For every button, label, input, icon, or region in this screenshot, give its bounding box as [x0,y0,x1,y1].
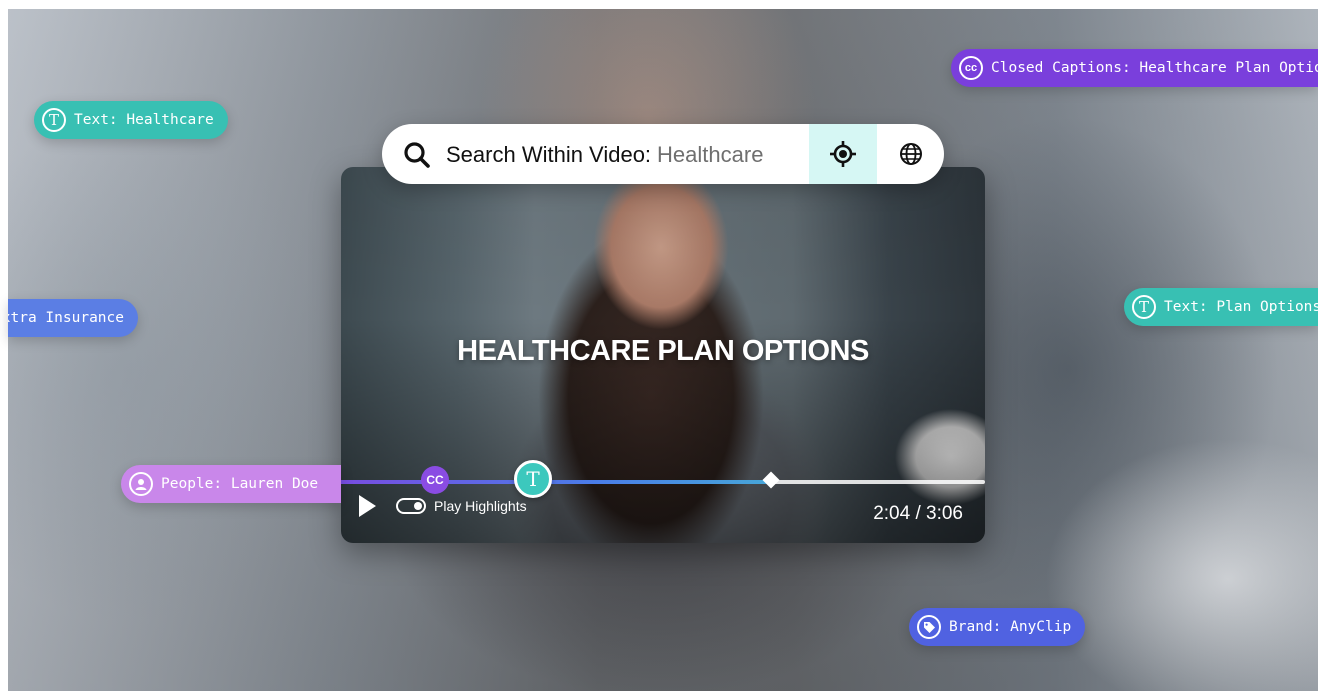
tag-label: Text: Healthcare [74,112,214,128]
text-icon: T [42,108,66,132]
time-current: 2:04 [873,503,911,524]
tag-people[interactable]: People: Lauren Doe [121,465,341,503]
locate-button[interactable] [809,124,877,184]
tag-label: People: Lauren Doe [161,476,319,492]
locate-icon [830,141,856,167]
tag-text-plan-options[interactable]: T Text: Plan Options [1124,288,1318,326]
player-controls: Play Highlights [359,495,527,517]
time-total: 3:06 [926,503,963,524]
tag-label: Text: Plan Options [1164,299,1318,315]
person-icon [129,472,153,496]
search-field[interactable]: Search Within Video: Healthcare [446,142,763,168]
text-icon: T [1132,295,1156,319]
time-display: 2:04 / 3:06 [873,503,963,525]
search-bar[interactable]: Search Within Video: Healthcare [382,124,944,184]
closed-caption-marker[interactable]: CC [421,466,449,494]
play-highlights-label: Play Highlights [434,498,527,514]
text-marker[interactable]: T [514,460,552,498]
tag-label: Brand: AnyClip [949,619,1072,635]
price-tag-icon [917,615,941,639]
tag-closed-captions[interactable]: cc Closed Captions: Healthcare Plan Opti… [951,49,1318,87]
language-button[interactable] [877,124,944,184]
search-label: Search Within Video: [446,142,652,167]
time-separator: / [915,503,921,524]
tag-label: Closed Captions: Healthcare Plan Options [991,60,1318,76]
tag-label: Extra Insurance [8,310,124,326]
search-icon [404,142,430,168]
search-query: Healthcare [657,142,764,167]
tag-text-healthcare[interactable]: T Text: Healthcare [34,101,228,139]
play-icon[interactable] [359,495,376,517]
video-title-overlay: HEALTHCARE PLAN OPTIONS [457,335,869,367]
closed-captions-icon: cc [959,56,983,80]
timeline-remaining [773,480,985,484]
globe-icon [899,143,922,165]
tag-insurance[interactable]: Extra Insurance [8,299,138,337]
tag-brand[interactable]: Brand: AnyClip [909,608,1086,646]
play-highlights-toggle[interactable] [396,498,426,514]
